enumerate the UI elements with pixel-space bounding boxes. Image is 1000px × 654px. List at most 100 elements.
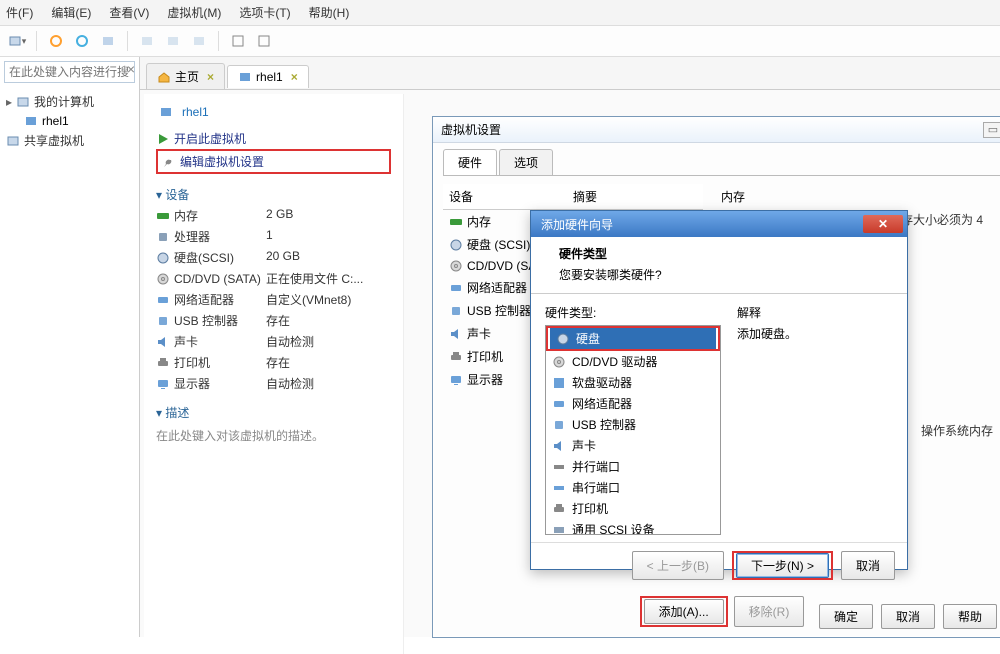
device-row[interactable]: 网络适配器 — [156, 291, 266, 308]
device-value: 2 GB — [266, 207, 391, 224]
menu-view[interactable]: 查看(V) — [109, 4, 149, 21]
sidebar-search-input[interactable] — [4, 61, 135, 83]
wizard-item-disk[interactable]: 硬盘 — [550, 328, 716, 349]
wizard-cancel-button[interactable]: 取消 — [841, 551, 895, 580]
wizard-item-usb[interactable]: USB 控制器 — [546, 414, 720, 435]
tab-home-label: 主页 — [175, 68, 199, 85]
dialog-vm-settings-close[interactable]: ▭ — [983, 122, 1000, 138]
vm-start-label: 开启此虚拟机 — [174, 130, 246, 147]
usb-icon — [449, 304, 463, 318]
tree-item-label: 共享虚拟机 — [24, 132, 84, 149]
tree-item-shared[interactable]: 共享虚拟机 — [6, 130, 133, 151]
vm-edit-link[interactable]: 编辑虚拟机设置 — [156, 149, 391, 174]
toolbar-dropdown[interactable]: ▾ — [6, 30, 28, 52]
vm-title: rhel1 — [156, 102, 391, 122]
settings-ok-button[interactable]: 确定 — [819, 604, 873, 629]
menu-bar: 件(F) 编辑(E) 查看(V) 虚拟机(M) 选项卡(T) 帮助(H) — [0, 0, 1000, 26]
hw-item-label: 硬盘 (SCSI) — [467, 236, 530, 253]
settings-add-button[interactable]: 添加(A)... — [644, 599, 724, 624]
vm-title-label: rhel1 — [182, 105, 209, 119]
wizard-item-printer[interactable]: 打印机 — [546, 498, 720, 519]
sidebar-close-icon[interactable]: × — [127, 61, 135, 77]
wizard-back-button[interactable]: < 上一步(B) — [632, 551, 724, 580]
wizard-type-list[interactable]: 硬盘 CD/DVD 驱动器 软盘驱动器 网络适配器 USB 控制器 声卡 并行端… — [545, 325, 721, 535]
tree-item-rhel1[interactable]: rhel1 — [6, 112, 133, 130]
device-label: 声卡 — [174, 333, 198, 350]
menu-edit[interactable]: 编辑(E) — [51, 4, 91, 21]
toolbar-fullscreen[interactable] — [227, 30, 249, 52]
home-icon — [157, 70, 171, 84]
settings-remove-button[interactable]: 移除(R) — [734, 596, 805, 627]
wizard-item-label: 硬盘 — [576, 330, 600, 347]
menu-help[interactable]: 帮助(H) — [309, 4, 350, 21]
tree-root[interactable]: ▸ 我的计算机 — [6, 91, 133, 112]
toolbar-snapshot[interactable] — [97, 30, 119, 52]
tree-root-label: 我的计算机 — [34, 93, 94, 110]
sound-icon — [552, 439, 566, 453]
wizard-item-label: 网络适配器 — [572, 395, 632, 412]
toolbar-settings[interactable] — [71, 30, 93, 52]
toolbar-btn-a[interactable] — [136, 30, 158, 52]
wizard-type-label: 硬件类型: — [545, 304, 721, 321]
dialog-vm-settings-title: 虚拟机设置 — [441, 121, 501, 138]
net-icon — [449, 281, 463, 295]
wizard-item-sound[interactable]: 声卡 — [546, 435, 720, 456]
wizard-item-cd[interactable]: CD/DVD 驱动器 — [546, 351, 720, 372]
tab-home[interactable]: 主页 × — [146, 63, 225, 89]
device-label: 处理器 — [174, 228, 210, 245]
tree-item-label: rhel1 — [42, 114, 69, 128]
settings-cancel-button[interactable]: 取消 — [881, 604, 935, 629]
printer-icon — [156, 356, 170, 370]
wizard-title: 添加硬件向导 — [541, 216, 613, 233]
vm-icon — [156, 102, 176, 122]
device-row[interactable]: 显示器 — [156, 375, 266, 392]
hw-item-label: 内存 — [467, 213, 491, 230]
wizard-item-label: 软盘驱动器 — [572, 374, 632, 391]
wizard-item-parallel[interactable]: 并行端口 — [546, 456, 720, 477]
settings-help-button[interactable]: 帮助 — [943, 604, 997, 629]
cd-icon — [449, 259, 463, 273]
wizard-item-floppy[interactable]: 软盘驱动器 — [546, 372, 720, 393]
toolbar-btn-b[interactable] — [162, 30, 184, 52]
menu-tabs[interactable]: 选项卡(T) — [239, 4, 290, 21]
wizard-item-net[interactable]: 网络适配器 — [546, 393, 720, 414]
device-row[interactable]: 内存 — [156, 207, 266, 224]
wizard-next-button[interactable]: 下一步(N) > — [736, 553, 829, 578]
hw-item-label: USB 控制器 — [467, 302, 531, 319]
tab-vm[interactable]: rhel1 × — [227, 65, 309, 88]
device-row[interactable]: 硬盘(SCSI) — [156, 249, 266, 266]
wizard-close-button[interactable]: ✕ — [863, 215, 903, 233]
toolbar-btn-c[interactable] — [188, 30, 210, 52]
device-label: 打印机 — [174, 354, 210, 371]
device-row[interactable]: CD/DVD (SATA) — [156, 270, 266, 287]
shared-icon — [6, 134, 20, 148]
net-icon — [156, 293, 170, 307]
device-row[interactable]: USB 控制器 — [156, 312, 266, 329]
menu-file[interactable]: 件(F) — [6, 4, 33, 21]
toolbar-unity[interactable] — [253, 30, 275, 52]
wizard-item-scsi[interactable]: 通用 SCSI 设备 — [546, 519, 720, 535]
col-summary: 摘要 — [573, 188, 697, 205]
tab-home-close-icon[interactable]: × — [207, 70, 214, 84]
device-label: 显示器 — [174, 375, 210, 392]
device-row[interactable]: 声卡 — [156, 333, 266, 350]
settings-tab-hardware[interactable]: 硬件 — [443, 149, 497, 175]
device-row[interactable]: 处理器 — [156, 228, 266, 245]
vm-start-link[interactable]: 开启此虚拟机 — [156, 128, 391, 149]
wizard-item-label: USB 控制器 — [572, 416, 636, 433]
tab-vm-close-icon[interactable]: × — [291, 70, 298, 84]
toolbar: ▾ — [0, 26, 1000, 57]
toolbar-power[interactable] — [45, 30, 67, 52]
hw-item-label: CD/DVD (SA — [467, 259, 536, 273]
disk-icon — [449, 238, 463, 252]
play-icon — [156, 132, 170, 146]
menu-vm[interactable]: 虚拟机(M) — [167, 4, 221, 21]
settings-tab-options[interactable]: 选项 — [499, 149, 553, 175]
mem-icon — [449, 215, 463, 229]
col-device: 设备 — [449, 188, 573, 205]
wizard-item-serial[interactable]: 串行端口 — [546, 477, 720, 498]
display-icon — [449, 373, 463, 387]
wizard-explain-text: 添加硬盘。 — [737, 325, 893, 342]
device-row[interactable]: 打印机 — [156, 354, 266, 371]
device-label: 内存 — [174, 207, 198, 224]
